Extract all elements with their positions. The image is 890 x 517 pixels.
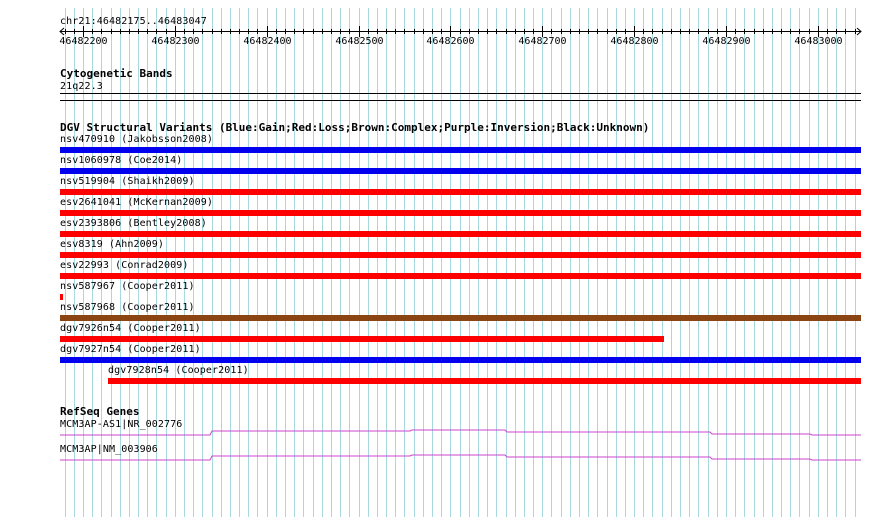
variant-bar[interactable] (60, 252, 861, 258)
gene-model-mcm3ap[interactable] (60, 454, 861, 461)
variant-bar[interactable] (60, 168, 861, 174)
variant-bar[interactable] (60, 357, 861, 363)
variant-label[interactable]: dgv7927n54 (Cooper2011) (60, 344, 201, 355)
variant-bar[interactable] (60, 231, 861, 237)
variant-label[interactable]: nsv587968 (Cooper2011) (60, 302, 195, 313)
variant-bar[interactable] (60, 336, 664, 342)
variant-label[interactable]: esv8319 (Ahn2009) (60, 239, 164, 250)
variant-label[interactable]: nsv519904 (Shaikh2009) (60, 176, 195, 187)
ruler-tick-label: 46482200 (59, 36, 107, 47)
region-label: chr21:46482175..46483047 (60, 16, 207, 27)
cytoband-label: 21q22.3 (60, 81, 103, 92)
ruler-tick-label: 46482300 (151, 36, 199, 47)
variant-bar[interactable] (108, 378, 861, 384)
variant-label[interactable]: esv2641041 (McKernan2009) (60, 197, 213, 208)
ruler-tick-label: 46482600 (426, 36, 474, 47)
gene-label-mcm3ap[interactable]: MCM3AP|NM_003906 (60, 444, 158, 455)
genome-browser-view: 46482200 46482300 46482400 46482500 46482600… (0, 0, 890, 517)
variant-label[interactable]: nsv1060978 (Coe2014) (60, 155, 182, 166)
ruler-tick-label: 46482400 (243, 36, 291, 47)
variant-label[interactable]: dgv7928n54 (Cooper2011) (108, 365, 249, 376)
cytoband-track-title: Cytogenetic Bands (60, 67, 173, 80)
gene-model-mcm3ap-as1[interactable] (60, 429, 861, 436)
dgv-track-title: DGV Structural Variants (Blue:Gain;Red:L… (60, 121, 650, 134)
variant-bar[interactable] (60, 147, 861, 153)
ruler-tick-label: 46482500 (335, 36, 383, 47)
ruler-tick-label: 46482700 (518, 36, 566, 47)
gene-label-mcm3ap-as1[interactable]: MCM3AP-AS1|NR_002776 (60, 419, 182, 430)
variant-label[interactable]: nsv470910 (Jakobsson2008) (60, 134, 213, 145)
variant-label[interactable]: dgv7926n54 (Cooper2011) (60, 323, 201, 334)
variant-bar[interactable] (60, 273, 861, 279)
variant-bar[interactable] (60, 210, 861, 216)
ruler-tick-label: 46482900 (702, 36, 750, 47)
ruler-tick-label: 46482800 (610, 36, 658, 47)
variant-label[interactable]: esv2393806 (Bentley2008) (60, 218, 207, 229)
variant-bar[interactable] (60, 315, 861, 321)
variant-bar[interactable] (60, 189, 861, 195)
variant-bar[interactable] (60, 294, 63, 300)
refseq-track-title: RefSeq Genes (60, 405, 140, 418)
variant-label[interactable]: esv22993 (Conrad2009) (60, 260, 189, 271)
variant-label[interactable]: nsv587967 (Cooper2011) (60, 281, 195, 292)
ruler-tick-label: 46483000 (794, 36, 842, 47)
